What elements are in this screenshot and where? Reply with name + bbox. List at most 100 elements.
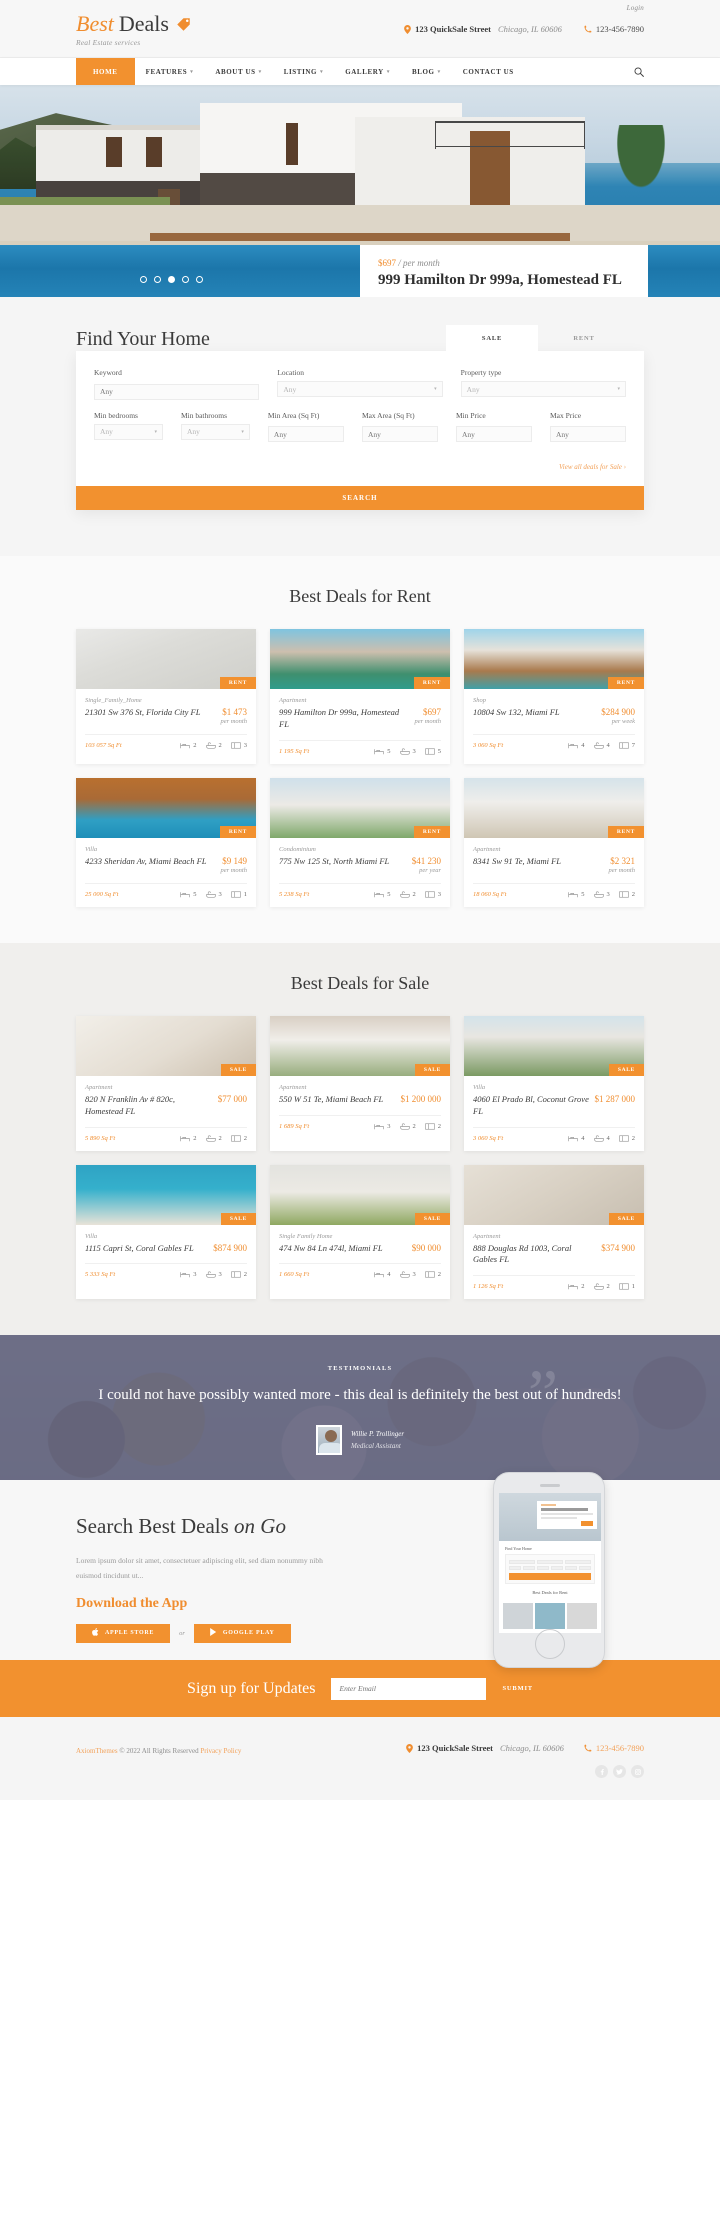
- rooms-icon: [618, 891, 629, 898]
- property-card[interactable]: RENT Apartment 999 Hamilton Dr 999a, Homes…: [270, 629, 450, 764]
- property-card[interactable]: SALE Villa 1115 Capri St, Coral Gables FL $…: [76, 1164, 256, 1300]
- property-card-price: $77 000: [217, 1093, 247, 1104]
- search-input-max-price[interactable]: [550, 426, 627, 442]
- property-card-image[interactable]: SALE: [76, 1164, 256, 1225]
- search-input-min-price[interactable]: [455, 426, 532, 442]
- google-play-button[interactable]: GOOGLE PLAY: [193, 1623, 291, 1643]
- property-card-address[interactable]: 820 N Franklin Av # 820c, Homestead FL: [85, 1094, 213, 1118]
- search-input-keyword[interactable]: [94, 383, 260, 400]
- property-card[interactable]: SALE Apartment 550 W 51 Te, Miami Beach FL…: [270, 1015, 450, 1151]
- hero-dot-3[interactable]: [168, 276, 175, 283]
- page-root: Login Best Deals Real Estate services 12…: [0, 0, 720, 1801]
- property-card-badge: RENT: [607, 825, 644, 838]
- nav-item-blog[interactable]: BLOG ▾: [401, 58, 452, 85]
- nav-item-features[interactable]: FEATURES ▾: [135, 58, 205, 85]
- search-select-min-bedrooms[interactable]: Any ▾: [94, 423, 163, 440]
- bath-icon: [593, 891, 604, 898]
- property-card-address[interactable]: 999 Hamilton Dr 999a, Homestead FL: [279, 707, 409, 731]
- property-card-badge: SALE: [608, 1063, 644, 1076]
- login-link[interactable]: Login: [627, 4, 644, 12]
- property-card-badge: SALE: [414, 1063, 450, 1076]
- property-card-rooms: 1: [230, 891, 247, 898]
- property-card-badge: SALE: [220, 1212, 256, 1225]
- property-card-image[interactable]: SALE: [270, 1015, 450, 1076]
- search-select-min-bathrooms[interactable]: Any ▾: [180, 423, 250, 440]
- header-phone[interactable]: 123-456-7890: [584, 24, 644, 34]
- property-card-address[interactable]: 474 Nw 84 Ln 474l, Miami FL: [279, 1243, 407, 1255]
- twitter-icon[interactable]: [613, 1765, 626, 1779]
- property-card-address[interactable]: 4233 Sheridan Av, Miami Beach FL: [85, 856, 215, 868]
- nav-item-contact-us[interactable]: CONTACT US: [452, 58, 525, 85]
- field-max-area: Max Area (Sq Ft): [361, 411, 438, 442]
- search-tab-rent[interactable]: RENT: [538, 325, 630, 351]
- signup-submit-button[interactable]: SUBMIT: [502, 1685, 532, 1692]
- property-card[interactable]: RENT Single_Family_Home 21301 Sw 376 St, F…: [76, 629, 256, 764]
- hero-dot-5[interactable]: [196, 276, 203, 283]
- property-card-image[interactable]: RENT: [464, 629, 644, 689]
- property-card-area: 5 333 Sq Ft: [85, 1271, 116, 1279]
- field-min-area: Min Area (Sq Ft): [267, 411, 344, 442]
- property-card-beds-value: 2: [193, 742, 197, 749]
- search-submit-button[interactable]: SEARCH: [76, 486, 644, 510]
- search-input-max-area[interactable]: [361, 426, 438, 442]
- property-card-image[interactable]: RENT: [270, 777, 450, 838]
- hero-dot-1[interactable]: [140, 276, 147, 283]
- property-card[interactable]: SALE Apartment 820 N Franklin Av # 820c, H…: [76, 1015, 256, 1151]
- hero-slider-dots[interactable]: [140, 276, 203, 283]
- search-select-property-type[interactable]: Any ▾: [460, 381, 626, 397]
- nav-item-gallery[interactable]: GALLERY ▾: [334, 58, 401, 85]
- nav-item-label: FEATURES: [145, 67, 188, 76]
- footer-phone[interactable]: 123-456-7890: [584, 1743, 644, 1753]
- property-card-address[interactable]: 888 Douglas Rd 1003, Coral Gables FL: [473, 1243, 596, 1267]
- nav-item-listing[interactable]: LISTING ▾: [273, 58, 335, 85]
- property-card-image[interactable]: SALE: [76, 1015, 256, 1076]
- bath-icon: [399, 1123, 410, 1130]
- apple-store-button[interactable]: APPLE STORE: [76, 1623, 171, 1643]
- property-card[interactable]: SALE Villa 4060 El Prado Bl, Coconut Grove…: [464, 1015, 644, 1151]
- hero-dot-4[interactable]: [182, 276, 189, 283]
- property-card-image[interactable]: SALE: [464, 1164, 644, 1225]
- property-card-image[interactable]: SALE: [464, 1015, 644, 1076]
- facebook-icon[interactable]: [595, 1765, 608, 1779]
- property-card-address[interactable]: 1115 Capri St, Coral Gables FL: [85, 1243, 208, 1255]
- search-select-location[interactable]: Any ▾: [277, 381, 443, 397]
- search-input-min-area[interactable]: [267, 426, 344, 442]
- property-card-type: Single_Family_Home: [85, 697, 142, 704]
- property-card[interactable]: RENT Condominium 775 Nw 125 St, North Miam…: [270, 777, 450, 907]
- property-card[interactable]: RENT Apartment 8341 Sw 91 Te, Miami FL $2 3…: [464, 777, 644, 907]
- instagram-icon[interactable]: [631, 1765, 644, 1779]
- property-card[interactable]: SALE Apartment 888 Douglas Rd 1003, Coral …: [464, 1164, 644, 1300]
- property-card-image[interactable]: RENT: [464, 777, 644, 838]
- signup-email-input[interactable]: [331, 1677, 487, 1700]
- property-card-address[interactable]: 8341 Sw 91 Te, Miami FL: [473, 856, 603, 868]
- footer-brand[interactable]: AxiomThemes: [76, 1747, 118, 1755]
- property-card-address[interactable]: 4060 El Prado Bl, Coconut Grove FL: [473, 1094, 590, 1118]
- bath-icon: [205, 891, 216, 898]
- hero-dot-2[interactable]: [154, 276, 161, 283]
- header-address-city: Chicago, IL 60606: [497, 24, 562, 34]
- rooms-icon: [424, 891, 435, 898]
- view-all-deals-link[interactable]: View all deals for Sale ›: [559, 463, 626, 471]
- nav-search-icon[interactable]: [634, 58, 644, 85]
- property-card-beds: 3: [180, 1271, 197, 1278]
- property-card-address[interactable]: 550 W 51 Te, Miami Beach FL: [279, 1094, 396, 1106]
- property-card[interactable]: RENT Villa 4233 Sheridan Av, Miami Beach F…: [76, 777, 256, 907]
- property-card[interactable]: RENT Shop 10804 Sw 132, Miami FL $284 900 pe…: [464, 629, 644, 764]
- footer-privacy-link[interactable]: Privacy Policy: [200, 1747, 241, 1755]
- property-card-image[interactable]: RENT: [270, 629, 450, 689]
- search-tab-sale[interactable]: SALE: [446, 325, 538, 351]
- property-card[interactable]: SALE Single Family Home 474 Nw 84 Ln 474l,…: [270, 1164, 450, 1300]
- label-location: Location: [277, 368, 304, 377]
- property-card-address[interactable]: 21301 Sw 376 St, Florida City FL: [85, 707, 215, 719]
- label-keyword: Keyword: [94, 368, 122, 377]
- map-pin-icon: [404, 24, 411, 34]
- site-logo[interactable]: Best Deals Real Estate services: [76, 13, 191, 47]
- property-card-image[interactable]: RENT: [76, 777, 256, 838]
- property-card-baths-value: 3: [412, 747, 416, 755]
- nav-item-home[interactable]: HOME: [76, 58, 135, 85]
- nav-item-about-us[interactable]: ABOUT US ▾: [204, 58, 272, 85]
- property-card-image[interactable]: RENT: [76, 629, 256, 689]
- property-card-address[interactable]: 10804 Sw 132, Miami FL: [473, 707, 596, 719]
- property-card-image[interactable]: SALE: [270, 1164, 450, 1225]
- property-card-address[interactable]: 775 Nw 125 St, North Miami FL: [279, 856, 407, 868]
